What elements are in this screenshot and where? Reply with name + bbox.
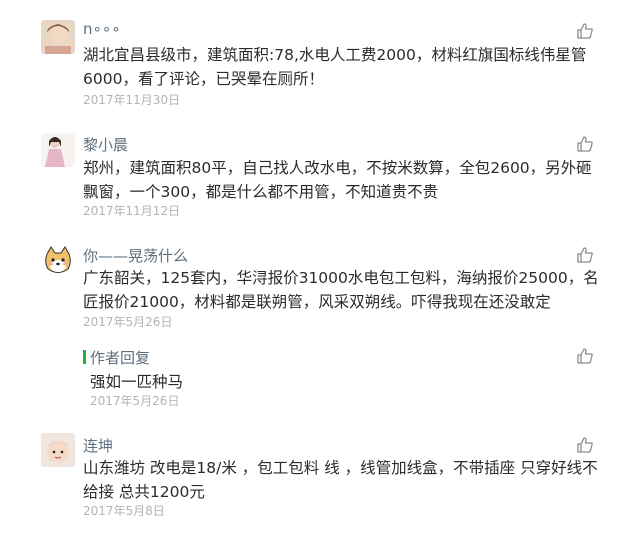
avatar-photo-child-icon[interactable] <box>41 20 75 54</box>
comment-date: 2017年11月12日 <box>83 204 181 218</box>
avatar-shiba-dog-icon[interactable] <box>41 244 75 278</box>
like-thumb-icon[interactable] <box>576 246 594 264</box>
like-thumb-icon[interactable] <box>576 22 594 40</box>
reply-accent-bar <box>83 350 86 364</box>
reply-date: 2017年5月26日 <box>90 394 180 408</box>
comment-author: n∘∘∘ <box>83 20 121 38</box>
reply-label: 作者回复 <box>90 349 151 367</box>
comment-date: 2017年5月26日 <box>83 315 173 329</box>
comment-date: 2017年5月8日 <box>83 504 165 518</box>
like-thumb-icon[interactable] <box>576 347 594 365</box>
comment-text: 山东潍坊 改电是18/米 ，包工包料 线 ，线管加线盒，不带插座 只穿好线不给接… <box>83 459 598 501</box>
like-thumb-icon[interactable] <box>576 436 594 454</box>
comment-text: 郑州，建筑面积80平，自己找人改水电，不按米数算，全包2600，另外砸飘窗，一个… <box>83 159 592 201</box>
comment-text: 湖北宜昌县级市，建筑面积:78,水电人工费2000，材料红旗国标线伟星管6000… <box>83 46 587 88</box>
like-thumb-icon[interactable] <box>576 135 594 153</box>
avatar-photo-woman-icon[interactable] <box>41 133 75 167</box>
comment-author: 黎小晨 <box>83 136 129 154</box>
comment-date: 2017年11月30日 <box>83 93 181 107</box>
comment-author: 你——晃荡什么 <box>83 247 189 265</box>
comment-author: 连坤 <box>83 437 114 455</box>
reply-text: 强如一匹种马 <box>90 373 184 391</box>
comment-text: 广东韶关，125套内，华浔报价31000水电包工包料，海纳报价25000，名匠报… <box>83 269 599 311</box>
avatar-photo-baby-icon[interactable] <box>41 433 75 467</box>
